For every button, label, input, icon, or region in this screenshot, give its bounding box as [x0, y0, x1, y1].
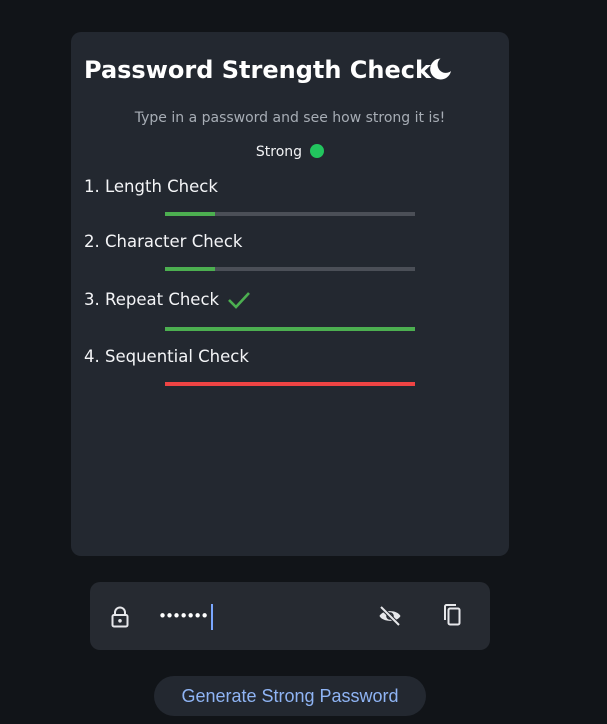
check-length-label: 1. Length Check: [84, 177, 218, 196]
text-caret: [211, 603, 214, 630]
eye-off-icon[interactable]: [378, 605, 402, 627]
check-length-track: [165, 212, 415, 216]
strength-dot: [310, 144, 325, 158]
copy-icon[interactable]: [441, 603, 463, 627]
check-repeat-bar: [165, 327, 415, 331]
generate-password-button[interactable]: Generate Strong Password: [154, 676, 426, 716]
strength-card: Password Strength Check Type in a passwo…: [71, 32, 509, 556]
check-repeat-track: [165, 327, 415, 331]
strength-label: Strong: [255, 144, 303, 160]
strength-indicator: Strong: [71, 144, 509, 160]
check-character-track: [165, 267, 415, 271]
password-value: •••••••: [158, 607, 209, 625]
check-sequential-label: 4. Sequential Check: [84, 347, 249, 366]
page-title: Password Strength Check: [84, 56, 431, 84]
check-character-bar: [165, 267, 215, 271]
moon-icon[interactable]: [426, 55, 454, 83]
check-length-bar: [165, 212, 215, 216]
check-repeat-label: 3. Repeat Check: [84, 290, 220, 309]
password-input[interactable]: •••••••: [158, 602, 214, 630]
check-sequential-track: [165, 382, 415, 386]
check-sequential-bar: [165, 382, 415, 386]
check-icon: [228, 292, 250, 309]
subtitle: Type in a password and see how strong it…: [134, 110, 446, 126]
password-field[interactable]: •••••••: [90, 582, 490, 650]
check-character-label: 2. Character Check: [84, 232, 243, 251]
lock-icon: [111, 606, 129, 628]
